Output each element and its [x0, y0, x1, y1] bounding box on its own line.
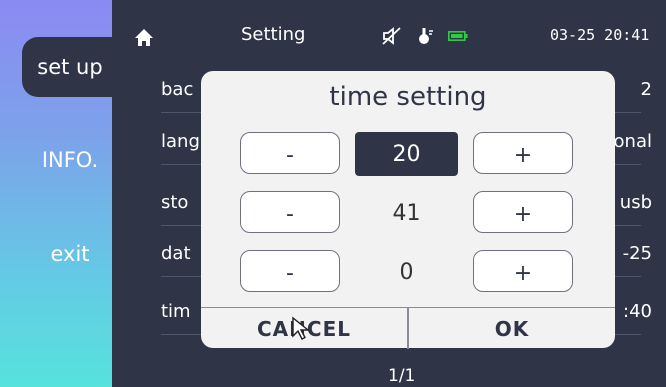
sidebar-item-info[interactable]: INFO.	[22, 130, 118, 190]
mute-icon	[382, 27, 401, 45]
setting-row-label[interactable]: lang	[161, 131, 200, 152]
setting-row-value: :40	[623, 301, 652, 322]
battery-icon	[448, 31, 468, 41]
page-indicator: 1/1	[388, 366, 416, 386]
mouse-cursor-icon	[292, 316, 310, 340]
temperature-icon	[419, 28, 433, 44]
hour-increment-button[interactable]: +	[473, 132, 573, 174]
sidebar: set up INFO. exit	[0, 0, 118, 387]
hour-value[interactable]: 20	[355, 132, 458, 176]
minute-increment-button[interactable]: +	[473, 191, 573, 233]
ok-button[interactable]: OK	[409, 308, 615, 349]
minute-value[interactable]: 41	[355, 191, 458, 235]
setting-row-label[interactable]: bac	[161, 79, 193, 100]
second-increment-button[interactable]: +	[473, 250, 573, 292]
sidebar-item-setup[interactable]: set up	[22, 37, 118, 97]
page-title: Setting	[241, 24, 306, 45]
setting-row-label[interactable]: tim	[161, 301, 191, 322]
second-decrement-button[interactable]: -	[240, 250, 340, 292]
minute-decrement-button[interactable]: -	[240, 191, 340, 233]
setting-row-value: -25	[622, 243, 652, 264]
sidebar-item-label: INFO.	[41, 148, 99, 172]
sidebar-item-label: exit	[50, 242, 90, 266]
setting-row-label[interactable]: sto	[161, 192, 188, 213]
setting-row-label[interactable]: dat	[161, 243, 191, 264]
dialog-title: time setting	[329, 82, 487, 112]
hour-decrement-button[interactable]: -	[240, 132, 340, 174]
dialog-footer: CANCEL OK	[201, 307, 615, 349]
setting-row-value: 2	[640, 79, 652, 100]
second-value[interactable]: 0	[355, 250, 458, 294]
time-setting-dialog: time setting - 20 + - 41 + - 0 + CANCEL …	[201, 71, 615, 349]
datetime-readout: 03-25 20:41	[550, 26, 650, 44]
setting-row-value: onal	[613, 131, 652, 152]
setting-row-value: usb	[619, 192, 652, 213]
sidebar-item-exit[interactable]: exit	[22, 224, 118, 284]
top-bar: Setting 03-25 20:41	[112, 0, 666, 60]
sidebar-item-label: set up	[37, 55, 103, 79]
home-icon[interactable]	[134, 28, 154, 48]
